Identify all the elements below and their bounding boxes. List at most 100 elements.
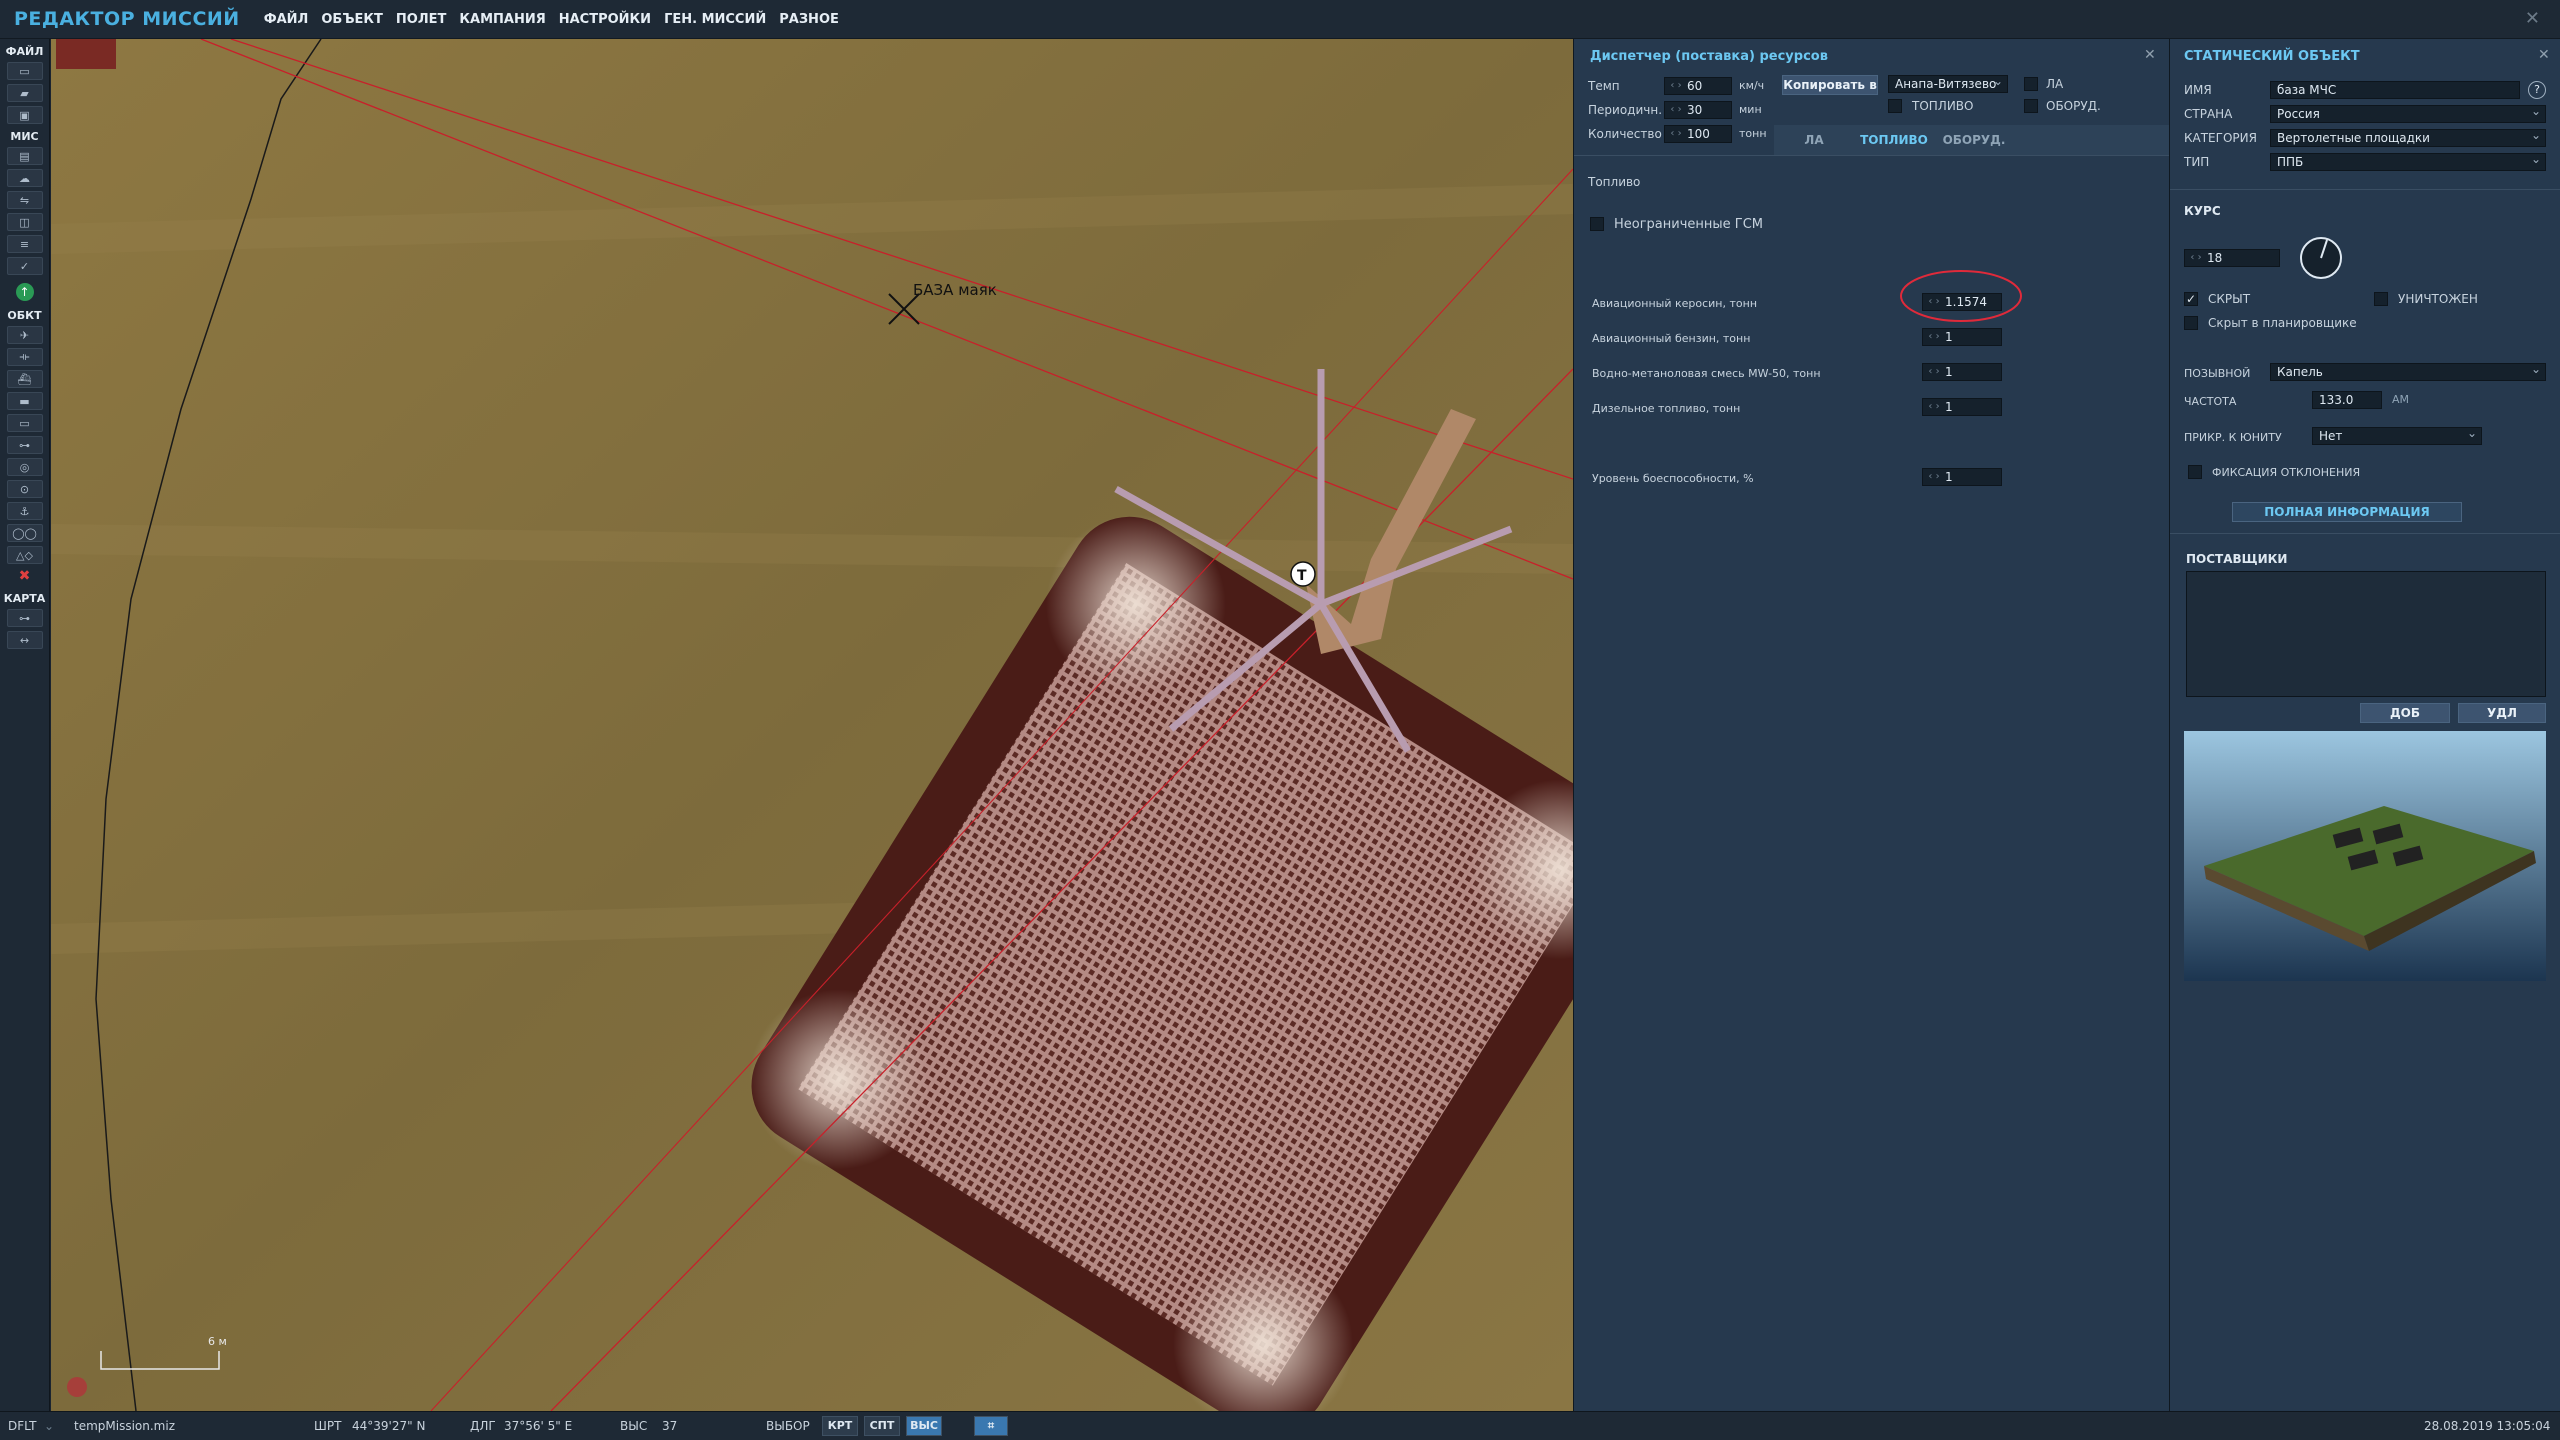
fuel-checkbox[interactable]: [1888, 99, 1902, 113]
tab-equipment[interactable]: ОБОРУД.: [1934, 125, 2014, 155]
hidden-checkbox[interactable]: ✓: [2184, 292, 2198, 306]
full-info-button[interactable]: ПОЛНАЯ ИНФОРМАЦИЯ: [2232, 502, 2462, 522]
radar-icon[interactable]: ⊙: [6, 480, 43, 498]
country-select[interactable]: Россия: [2270, 105, 2546, 123]
krt-button[interactable]: КРТ: [822, 1416, 858, 1436]
link-unit-select[interactable]: Нет: [2312, 427, 2482, 445]
menu-campaign[interactable]: КАМПАНИЯ: [459, 12, 545, 27]
name-input[interactable]: база МЧС: [2270, 81, 2520, 99]
help-icon[interactable]: ?: [2528, 81, 2546, 99]
heading-stepper[interactable]: ‹ › 18: [2184, 249, 2280, 267]
group-icon[interactable]: ▭: [6, 414, 43, 432]
divider: [1574, 155, 2170, 156]
quantity-label: Количество: [1588, 127, 1662, 141]
equipment-checkbox[interactable]: [2024, 99, 2038, 113]
hidden-label: СКРЫТ: [2208, 292, 2251, 306]
plane-icon[interactable]: ✈: [6, 326, 43, 344]
vehicle-icon[interactable]: ▬: [6, 392, 43, 410]
static-object-panel: СТАТИЧЕСКИЙ ОБЪЕКТ ✕ ИМЯ база МЧС ? СТРА…: [2169, 39, 2560, 1411]
save-file-icon[interactable]: ▣: [6, 106, 43, 124]
target-icon[interactable]: ◎: [6, 458, 43, 476]
close-icon[interactable]: ✕: [2538, 47, 2550, 63]
frequency-mode: AM: [2392, 393, 2410, 406]
deviation-checkbox[interactable]: [2188, 465, 2202, 479]
country-label: СТРАНА: [2184, 107, 2233, 121]
category-select[interactable]: Вертолетные площадки: [2270, 129, 2546, 147]
fuel-input-mw50[interactable]: ‹ › 1: [1922, 363, 2002, 381]
ground-vehicle[interactable]: [56, 39, 116, 69]
link-unit-label: ПРИКР. К ЮНИТУ: [2184, 431, 2282, 444]
weather-icon[interactable]: ☁: [6, 169, 43, 187]
chevron-down-icon[interactable]: ⌄: [44, 1419, 54, 1433]
stepper-arrows-icon[interactable]: ‹ ›: [1923, 329, 1945, 345]
destroyed-checkbox[interactable]: [2374, 292, 2388, 306]
stepper-arrows-icon[interactable]: ‹ ›: [1923, 469, 1945, 485]
shapes-icon[interactable]: △◇: [6, 546, 43, 564]
menu-settings[interactable]: НАСТРОЙКИ: [559, 12, 651, 27]
profile-select[interactable]: DFLT: [8, 1419, 37, 1433]
fly-mission-icon[interactable]: ↑: [15, 283, 34, 301]
frequency-input[interactable]: 133.0: [2312, 391, 2382, 409]
close-icon[interactable]: ✕: [2144, 47, 2156, 63]
briefing-icon[interactable]: ▤: [6, 147, 43, 165]
period-label: Периодичн.: [1588, 103, 1663, 117]
delete-icon[interactable]: ✖: [7, 568, 43, 586]
stepper-arrows-icon[interactable]: ‹ ›: [1665, 126, 1687, 142]
naval-icon[interactable]: ⚓: [6, 502, 43, 520]
unlimited-fuel-label: Неограниченные ГСМ: [1614, 217, 1764, 232]
new-file-icon[interactable]: ▭: [6, 62, 43, 80]
fuel-input-diesel[interactable]: ‹ › 1: [1922, 398, 2002, 416]
file-name: tempMission.miz: [74, 1419, 176, 1433]
copy-to-button[interactable]: Копировать в: [1782, 75, 1878, 95]
zones-icon[interactable]: ◫: [6, 213, 43, 231]
stepper-arrows-icon[interactable]: ‹ ›: [2185, 250, 2207, 266]
tab-fuel[interactable]: ТОПЛИВО: [1854, 125, 1934, 155]
check-icon[interactable]: ✓: [6, 257, 43, 275]
callsign-select[interactable]: Капель: [2270, 363, 2546, 381]
suppliers-list[interactable]: [2186, 571, 2546, 697]
spt-button[interactable]: СПТ: [864, 1416, 900, 1436]
layers-icon[interactable]: ⌗: [974, 1416, 1008, 1436]
stepper-arrows-icon[interactable]: ‹ ›: [1665, 78, 1687, 94]
tab-aircraft[interactable]: ЛА: [1774, 125, 1854, 155]
ruler-icon[interactable]: ⊶: [6, 609, 43, 627]
mission-editor-window: РЕДАКТОР МИССИЙ ФАЙЛ ОБЪЕКТ ПОЛЕТ КАМПАН…: [0, 0, 2560, 1440]
datetime: 28.08.2019 13:05:04: [2424, 1419, 2551, 1433]
menu-file[interactable]: ФАЙЛ: [264, 12, 309, 27]
goals-icon[interactable]: ≡: [6, 235, 43, 253]
helicopter-icon[interactable]: ⟛: [6, 348, 43, 366]
type-select[interactable]: ППБ: [2270, 153, 2546, 171]
triggers-icon[interactable]: ⇋: [6, 191, 43, 209]
templates-icon[interactable]: ◯◯: [6, 524, 43, 542]
tempo-stepper[interactable]: ‹ › 60: [1664, 77, 1732, 95]
la-checkbox[interactable]: [2024, 77, 2038, 91]
add-supplier-button[interactable]: ДОБ: [2360, 703, 2450, 723]
measure-icon[interactable]: ↔: [6, 631, 43, 649]
window-close-icon[interactable]: ✕: [2525, 8, 2540, 29]
menu-mission-generator[interactable]: ГЕН. МИССИЙ: [664, 12, 766, 27]
heading-dial-icon[interactable]: [2298, 235, 2344, 281]
compass-icon[interactable]: [67, 1377, 87, 1397]
unlimited-fuel-checkbox[interactable]: [1590, 217, 1604, 231]
readiness-input[interactable]: ‹ › 1: [1922, 468, 2002, 486]
unit-marker-text: T: [1297, 568, 1307, 584]
menu-misc[interactable]: РАЗНОЕ: [779, 12, 839, 27]
hidden-planner-checkbox[interactable]: [2184, 316, 2198, 330]
stepper-arrows-icon[interactable]: ‹ ›: [1923, 399, 1945, 415]
tempo-unit: км/ч: [1739, 79, 1765, 92]
quantity-stepper[interactable]: ‹ › 100: [1664, 125, 1732, 143]
vys-button[interactable]: ВЫС: [906, 1416, 942, 1436]
callsign-label: ПОЗЫВНОЙ: [2184, 367, 2251, 380]
ship-icon[interactable]: ⛴: [6, 370, 43, 388]
delete-supplier-button[interactable]: УДЛ: [2458, 703, 2546, 723]
fuel-input-gasoline[interactable]: ‹ › 1: [1922, 328, 2002, 346]
open-file-icon[interactable]: ▰: [6, 84, 43, 102]
stepper-arrows-icon[interactable]: ‹ ›: [1665, 102, 1687, 118]
menu-flight[interactable]: ПОЛЕТ: [396, 12, 446, 27]
map-viewport[interactable]: T БАЗА маяк 6 м: [51, 39, 1573, 1411]
static-object-icon[interactable]: ⊶: [6, 436, 43, 454]
stepper-arrows-icon[interactable]: ‹ ›: [1923, 364, 1945, 380]
menu-object[interactable]: ОБЪЕКТ: [321, 12, 383, 27]
period-stepper[interactable]: ‹ › 30: [1664, 101, 1732, 119]
copy-target-select[interactable]: Анапа-Витязево: [1888, 75, 2008, 93]
